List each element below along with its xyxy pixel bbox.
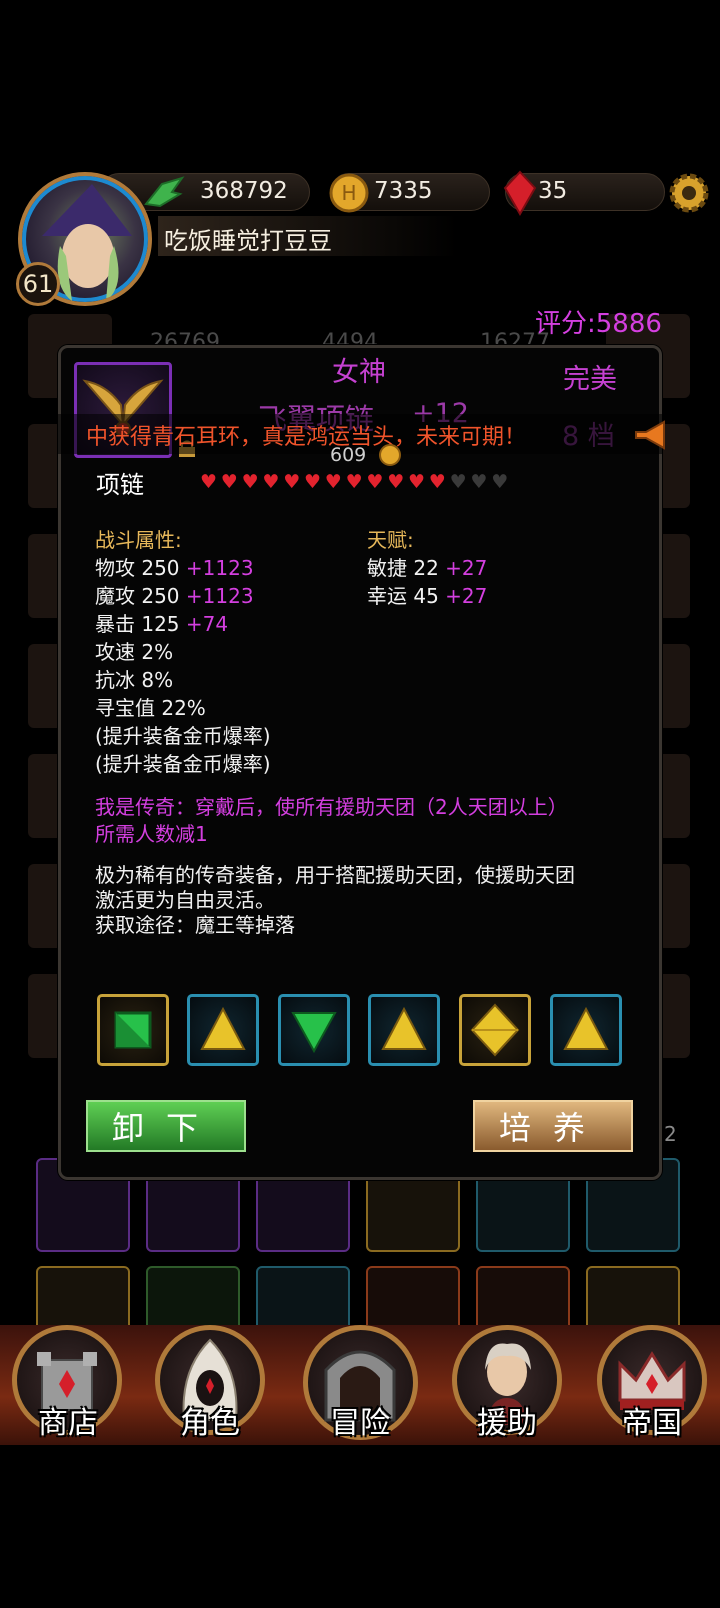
player-level-badge: 61 <box>16 262 60 306</box>
description-line-3: 获取途径：魔王等掉落 <box>95 913 295 937</box>
gold-coin-icon: H <box>329 173 369 213</box>
combat-stat-value: 物攻 250 <box>95 556 180 580</box>
exp-value: 368792 <box>200 178 288 204</box>
green-square-gem-icon <box>114 1011 152 1049</box>
combat-stat-value: 寻宝值 22% <box>95 696 206 720</box>
item-quality: 完美 <box>563 364 617 395</box>
heart-empty-icon: ♥ <box>470 471 488 493</box>
bg-page-number: 2 <box>664 1122 677 1146</box>
talent-stat-value: 敏捷 22 <box>367 556 439 580</box>
heart-filled-icon: ♥ <box>324 471 342 493</box>
gem-socket-2[interactable] <box>187 994 259 1066</box>
cultivate-button[interactable]: 培养 <box>473 1100 633 1152</box>
heart-filled-icon: ♥ <box>220 471 238 493</box>
combat-stat-heading: 战斗属性: <box>95 528 182 552</box>
combat-stat-row: 攻速 2% <box>95 636 173 665</box>
gem-socket-4[interactable] <box>368 994 440 1066</box>
heart-filled-icon: ♥ <box>283 471 301 493</box>
legend-effect-line-2: 所需人数减1 <box>95 822 208 846</box>
talent-stat-bonus: +27 <box>438 584 488 608</box>
gold-value: 7335 <box>374 178 433 204</box>
combat-stat-value: 魔攻 250 <box>95 584 180 608</box>
yellow-triangle-gem-icon <box>381 1006 427 1050</box>
item-type: 项链 <box>96 471 144 499</box>
legend-effect-line-1: 我是传奇：穿戴后，使所有援助天团（2人天团以上） <box>95 795 568 819</box>
score-label: 评分:5886 <box>535 309 662 339</box>
nav-shop-label: 商店 <box>38 1406 98 1441</box>
heart-filled-icon: ♥ <box>408 471 426 493</box>
heart-filled-icon: ♥ <box>304 471 322 493</box>
nav-empire-label: 帝国 <box>622 1406 682 1441</box>
heart-filled-icon: ♥ <box>200 471 218 493</box>
item-grade: 女神 <box>332 357 386 388</box>
heart-filled-icon: ♥ <box>428 471 446 493</box>
gem-socket-6[interactable] <box>550 994 622 1066</box>
combat-stat-bonus: +74 <box>179 612 229 636</box>
combat-stat-value: 抗冰 8% <box>95 668 174 692</box>
heart-filled-icon: ♥ <box>241 471 259 493</box>
combat-stat-row: 抗冰 8% <box>95 664 173 693</box>
item-price: 609 <box>330 444 367 466</box>
combat-stat-value: (提升装备金币爆率) <box>95 752 271 776</box>
gem-socket-3[interactable] <box>278 994 350 1066</box>
talent-stat-heading: 天赋: <box>367 528 414 552</box>
combat-stat-value: 攻速 2% <box>95 640 174 664</box>
combat-stat-value: 暴击 125 <box>95 612 180 636</box>
heart-filled-icon: ♥ <box>262 471 280 493</box>
combat-stat-row: (提升装备金币爆率) <box>95 720 271 749</box>
talent-stat-value: 幸运 45 <box>367 584 439 608</box>
combat-stat-bonus: +1123 <box>179 584 254 608</box>
green-triangle-gem-icon <box>291 1012 337 1054</box>
settings-gear-icon[interactable] <box>666 170 712 216</box>
svg-text:H: H <box>341 181 356 205</box>
combat-stat-row: 魔攻 250 +1123 <box>95 580 254 609</box>
combat-stat-row: (提升装备金币爆率) <box>95 748 271 777</box>
yellow-triangle-gem-icon <box>563 1006 609 1050</box>
yellow-triangle-gem-icon <box>200 1006 246 1050</box>
nav-assist-label: 援助 <box>477 1406 537 1441</box>
nav-adventure-label: 冒险 <box>330 1406 390 1441</box>
broadcast-message: 中获得青石耳环，真是鸿运当头，未来可期！ <box>86 425 527 450</box>
gem-value: 35 <box>538 178 568 204</box>
red-gem-icon <box>503 170 537 216</box>
talent-stat-row: 敏捷 22 +27 <box>367 552 487 581</box>
talent-stat-bonus: +27 <box>438 556 488 580</box>
gem-socket-1[interactable] <box>97 994 169 1066</box>
combat-stat-row: 物攻 250 +1123 <box>95 552 254 581</box>
unequip-button[interactable]: 卸下 <box>86 1100 246 1152</box>
yellow-diamond-gem-icon <box>470 1003 520 1057</box>
heart-empty-icon: ♥ <box>449 471 467 493</box>
player-name: 吃饭睡觉打豆豆 <box>164 227 332 255</box>
combat-stat-row: 暴击 125 +74 <box>95 608 228 637</box>
wings-exp-icon <box>144 176 185 208</box>
combat-stat-row: 寻宝值 22% <box>95 692 206 721</box>
heart-filled-icon: ♥ <box>366 471 384 493</box>
heart-empty-icon: ♥ <box>491 471 509 493</box>
talent-stat-row: 幸运 45 +27 <box>367 580 487 609</box>
gem-socket-5[interactable] <box>459 994 531 1066</box>
heart-filled-icon: ♥ <box>387 471 405 493</box>
combat-stat-value: (提升装备金币爆率) <box>95 724 271 748</box>
nav-character-label: 角色 <box>180 1406 240 1441</box>
combat-stat-bonus: +1123 <box>179 556 254 580</box>
gold-coin-icon <box>379 444 401 466</box>
megaphone-icon[interactable] <box>632 418 670 452</box>
heart-filled-icon: ♥ <box>345 471 363 493</box>
